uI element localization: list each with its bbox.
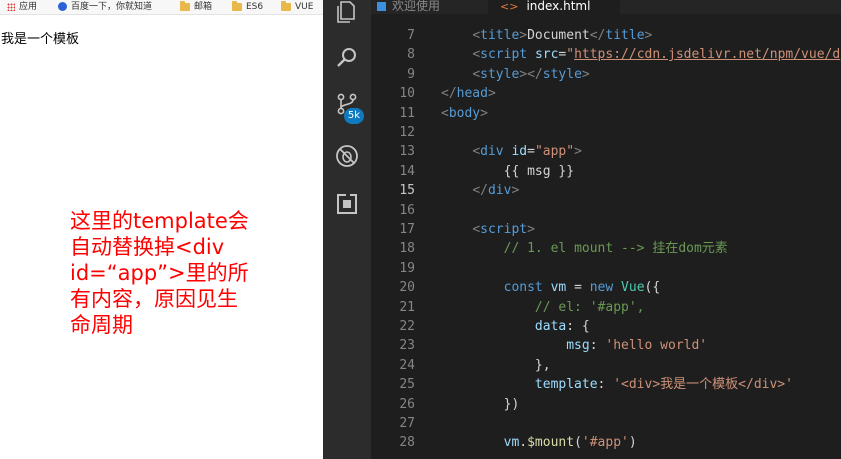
files-icon[interactable] [335,0,359,24]
folder-icon [232,0,242,11]
line-number: 24 [399,357,415,373]
code-text: <style></style> [472,66,590,82]
line-number: 28 [399,435,415,451]
browser-window: 应用 百度一下，你就知道 邮箱 ES6 VUE 我是一个模板 这里的templa… [0,0,323,459]
code-text: </div> [472,183,520,199]
code-line[interactable]: 24 }, [371,356,841,375]
bookmark-es6[interactable]: ES6 [232,0,263,14]
activity-bar: 5k [323,0,371,459]
code-text: }) [503,396,520,412]
code-line[interactable]: 17 <script> [371,220,841,239]
code-text: // 1. el mount --> 挂在dom元素 [503,241,728,257]
bookmark-apps[interactable]: 应用 [7,0,37,14]
line-number: 14 [399,163,415,179]
code-text: <title>Document</title> [472,28,653,43]
annotation-line: 有内容，原因见生 [70,287,238,311]
scm-badge: 5k [344,108,364,124]
code-text: const vm = new Vue({ [503,280,661,296]
bookmark-vue[interactable]: VUE [281,0,313,14]
code-line[interactable]: 22 data: { [371,317,841,336]
line-number: 16 [399,202,415,218]
line-number: 8 [407,47,415,63]
code-line[interactable]: 20 const vm = new Vue({ [371,278,841,297]
baidu-paw-icon [58,2,67,11]
code-text: </head> [441,86,496,102]
code-line[interactable]: 10 </head> [371,84,841,103]
vscode-icon [377,2,386,11]
code-text: template: '<div>我是一个模板</div>' [534,377,793,393]
code-text: <div id="app"> [472,144,582,160]
code-text: }, [534,357,551,373]
code-line[interactable]: 11 <body> [371,104,841,123]
line-number: 27 [399,416,415,431]
folder-icon [180,0,190,11]
code-line[interactable]: 15 </div> [371,181,841,200]
annotation-note: 这里的template会 自动替换掉<div id=“app”>里的所 有内容，… [70,208,310,338]
code-text: msg: 'hello world' [566,338,708,354]
code-line[interactable]: 25 template: '<div>我是一个模板</div>' [371,375,841,394]
line-number: 26 [399,396,415,412]
code-text: data: { [534,319,590,334]
annotation-line: 这里的template会 [70,209,249,233]
code-line[interactable]: 14 {{ msg }} [371,162,841,181]
code-line[interactable]: 8 <script src="https://cdn.jsdelivr.net/… [371,45,841,64]
code-text: <script src="https://cdn.jsdelivr.net/np… [472,47,841,63]
line-number: 12 [399,125,415,140]
bookmark-baidu[interactable]: 百度一下，你就知道 [58,0,152,14]
tab-index-html[interactable]: <> index.html [488,0,620,14]
code-text: <script> [472,222,535,237]
line-number: 23 [399,338,415,354]
code-area[interactable]: 7 <title>Document</title> 8 <script src="… [371,14,841,459]
code-line[interactable]: 21 // el: '#app', [371,298,841,317]
apps-grid-icon [7,2,15,11]
annotation-line: id=“app”>里的所 [70,261,249,285]
annotation-line: 自动替换掉<div [70,235,225,259]
line-number: 17 [399,222,415,237]
line-number: 11 [399,105,415,121]
code-editor: 5k 欢迎使用 <> index.html 7 <title>Document</… [323,0,841,459]
code-line[interactable]: 16 [371,201,841,220]
line-number: 19 [399,260,415,276]
html-file-icon: <> [500,0,519,13]
code-line[interactable]: 23 msg: 'hello world' [371,336,841,355]
line-number: 22 [399,319,415,334]
line-number: 25 [399,377,415,393]
folder-icon [281,0,291,11]
search-icon[interactable] [335,46,359,70]
code-line[interactable]: 9 <style></style> [371,65,841,84]
code-line[interactable]: 27 [371,414,841,433]
code-line[interactable]: 28 vm.$mount('#app') [371,433,841,452]
debug-icon[interactable] [335,144,359,168]
tab-bar: 欢迎使用 <> index.html [371,0,841,14]
line-number: 7 [407,28,415,43]
code-line[interactable]: 7 <title>Document</title> [371,26,841,45]
code-line[interactable]: 12 [371,123,841,142]
line-number: 9 [407,66,415,82]
annotation-line: 命周期 [70,313,133,337]
code-line[interactable]: 26 }) [371,395,841,414]
code-text: vm.$mount('#app') [503,435,637,451]
line-number: 21 [399,299,415,315]
line-number: 20 [399,280,415,296]
extensions-icon[interactable] [335,192,359,216]
bookmarks-bar: 应用 百度一下，你就知道 邮箱 ES6 VUE [0,0,323,15]
line-number: 15 [399,183,415,199]
code-text: <body> [441,105,488,121]
line-number: 18 [399,241,415,257]
line-number: 10 [399,86,415,102]
code-line[interactable]: 19 [371,259,841,278]
code-text: // el: '#app', [534,299,645,315]
bookmark-mailbox[interactable]: 邮箱 [180,0,212,14]
page-content-text: 我是一个模板 [1,32,80,47]
code-line[interactable]: 18 // 1. el mount --> 挂在dom元素 [371,239,841,258]
line-number: 13 [399,144,415,160]
code-text: {{ msg }} [503,163,575,179]
code-line[interactable]: 13 <div id="app"> [371,142,841,161]
tab-welcome[interactable]: 欢迎使用 [377,0,477,14]
